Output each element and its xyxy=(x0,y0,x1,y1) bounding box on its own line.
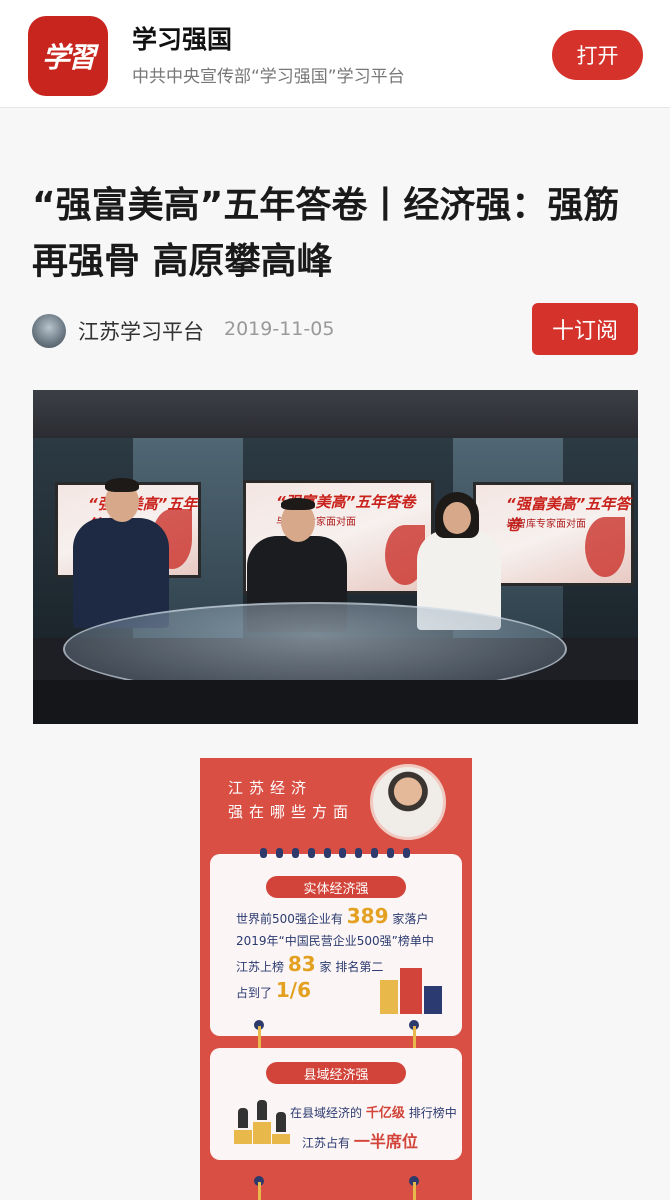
article-title: “强富美高”五年答卷丨经济强：强筋再强骨 高原攀高峰 xyxy=(32,185,620,282)
info-line: 2019年“中国民营企业500强”榜单中 xyxy=(236,934,434,948)
subscribe-label: 十订阅 xyxy=(551,319,618,344)
infographic-header: 江苏经济 强在哪些方面 xyxy=(228,776,354,824)
info-text: 占到了 xyxy=(236,986,273,1000)
info-card-entity-economy: 实体经济强 世界前500强企业有 389 家落户 2019年“中国民营企业500… xyxy=(210,854,462,1036)
subscribe-button[interactable]: 十订阅 xyxy=(532,303,638,355)
info-number: 83 xyxy=(287,952,316,976)
app-description: 中共中央宣传部“学习强国”学习平台 xyxy=(132,67,405,87)
info-number: 389 xyxy=(346,904,389,928)
info-highlight: 千亿级 xyxy=(365,1106,405,1121)
info-text: 江苏上榜 xyxy=(236,960,285,974)
buildings-icon xyxy=(380,964,442,1014)
info-text: 江苏占有 xyxy=(302,1136,351,1150)
publish-date: 2019-11-05 xyxy=(224,318,335,340)
info-text: 世界前500强企业有 xyxy=(236,912,343,926)
open-app-button[interactable]: 打开 xyxy=(552,30,643,80)
infographic[interactable]: 江苏经济 强在哪些方面 实体经济强 世界前500强企业有 389 家落户 201… xyxy=(200,758,472,1200)
card-tag: 县域经济强 xyxy=(266,1062,406,1084)
person-center-hair xyxy=(281,498,315,510)
open-app-label: 打开 xyxy=(576,44,619,68)
info-card-county-economy: 县域经济强 在县域经济的 千亿级 排行榜中 江苏占有 一半席位 xyxy=(210,1048,462,1160)
info-text: 排行榜中 xyxy=(408,1106,457,1120)
screen-subtitle: 与智库专家面对面 xyxy=(506,519,586,530)
photo-ceiling xyxy=(33,390,638,438)
connector-line xyxy=(258,1182,261,1200)
author-name[interactable]: 江苏学习平台 xyxy=(78,316,204,346)
author-row: 江苏学习平台 2019-11-05 十订阅 xyxy=(32,303,642,355)
app-name: 学习强国 xyxy=(132,25,233,54)
app-logo[interactable]: 学習 xyxy=(28,16,108,96)
binder-rings xyxy=(260,848,410,858)
info-number: 1/6 xyxy=(275,978,311,1002)
author-avatar[interactable] xyxy=(32,314,66,348)
info-highlight: 一半席位 xyxy=(353,1132,418,1151)
info-line: 在县域经济的 千亿级 排行榜中 xyxy=(290,1102,457,1121)
info-text: 在县域经济的 xyxy=(290,1106,363,1120)
infographic-header-line2: 强在哪些方面 xyxy=(228,803,355,821)
photo-floor xyxy=(33,680,638,724)
podium-icon xyxy=(234,1096,290,1144)
info-text: 家 排名第二 xyxy=(319,960,384,974)
app-banner: 学習 学习强国 中共中央宣传部“学习强国”学习平台 打开 xyxy=(0,0,670,108)
person-left-hair xyxy=(105,478,139,492)
person-left xyxy=(73,518,169,628)
infographic-portrait xyxy=(370,764,446,840)
studio-photo[interactable]: “强富美高”五年答卷 “强富美高”五年答卷 与智库专家面对面 “强富美高”五年答… xyxy=(33,390,638,724)
info-line: 世界前500强企业有 389 家落户 xyxy=(236,904,428,928)
infographic-header-line1: 江苏经济 xyxy=(228,779,313,797)
app-logo-text: 学習 xyxy=(41,41,96,74)
info-line: 江苏占有 一半席位 xyxy=(302,1128,418,1152)
card-tag: 实体经济强 xyxy=(266,876,406,898)
connector-line xyxy=(413,1182,416,1200)
person-right-face xyxy=(443,502,471,534)
info-text: 家落户 xyxy=(392,912,429,926)
info-line: 江苏上榜 83 家 排名第二 xyxy=(236,952,383,976)
info-line: 占到了 1/6 xyxy=(236,978,311,1002)
screen-swoosh xyxy=(585,517,625,577)
